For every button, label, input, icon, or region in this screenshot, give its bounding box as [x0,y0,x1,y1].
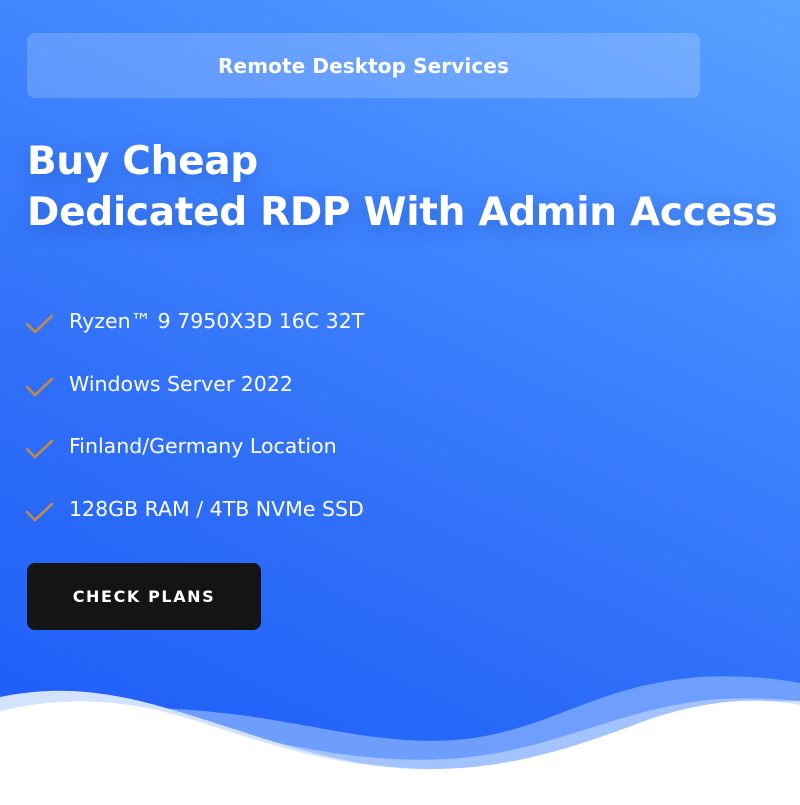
feature-list: Ryzen™ 9 7950X3D 16C 32T Windows Server … [25,290,364,540]
checkmark-icon [25,437,55,461]
check-plans-button[interactable]: CHECK PLANS [27,563,261,630]
hero-section: Remote Desktop Services Buy Cheap Dedica… [0,0,800,805]
page-headline: Buy Cheap Dedicated RDP With Admin Acces… [27,136,778,238]
checkmark-icon [25,375,55,399]
feature-item: Windows Server 2022 [25,353,364,416]
feature-text: Ryzen™ 9 7950X3D 16C 32T [69,309,365,334]
feature-text: Finland/Germany Location [69,434,337,459]
headline-line-2: Dedicated RDP With Admin Access [27,190,778,235]
feature-text: Windows Server 2022 [69,371,293,396]
headline-line-1: Buy Cheap [27,139,258,184]
checkmark-icon [25,312,55,336]
checkmark-icon [25,500,55,524]
feature-item: 128GB RAM / 4TB NVMe SSD [25,478,364,541]
feature-item: Finland/Germany Location [25,415,364,478]
service-badge-label: Remote Desktop Services [218,53,509,78]
feature-text: 128GB RAM / 4TB NVMe SSD [69,497,364,522]
feature-item: Ryzen™ 9 7950X3D 16C 32T [25,290,364,353]
service-badge: Remote Desktop Services [27,33,700,98]
wave-decoration [0,676,800,805]
